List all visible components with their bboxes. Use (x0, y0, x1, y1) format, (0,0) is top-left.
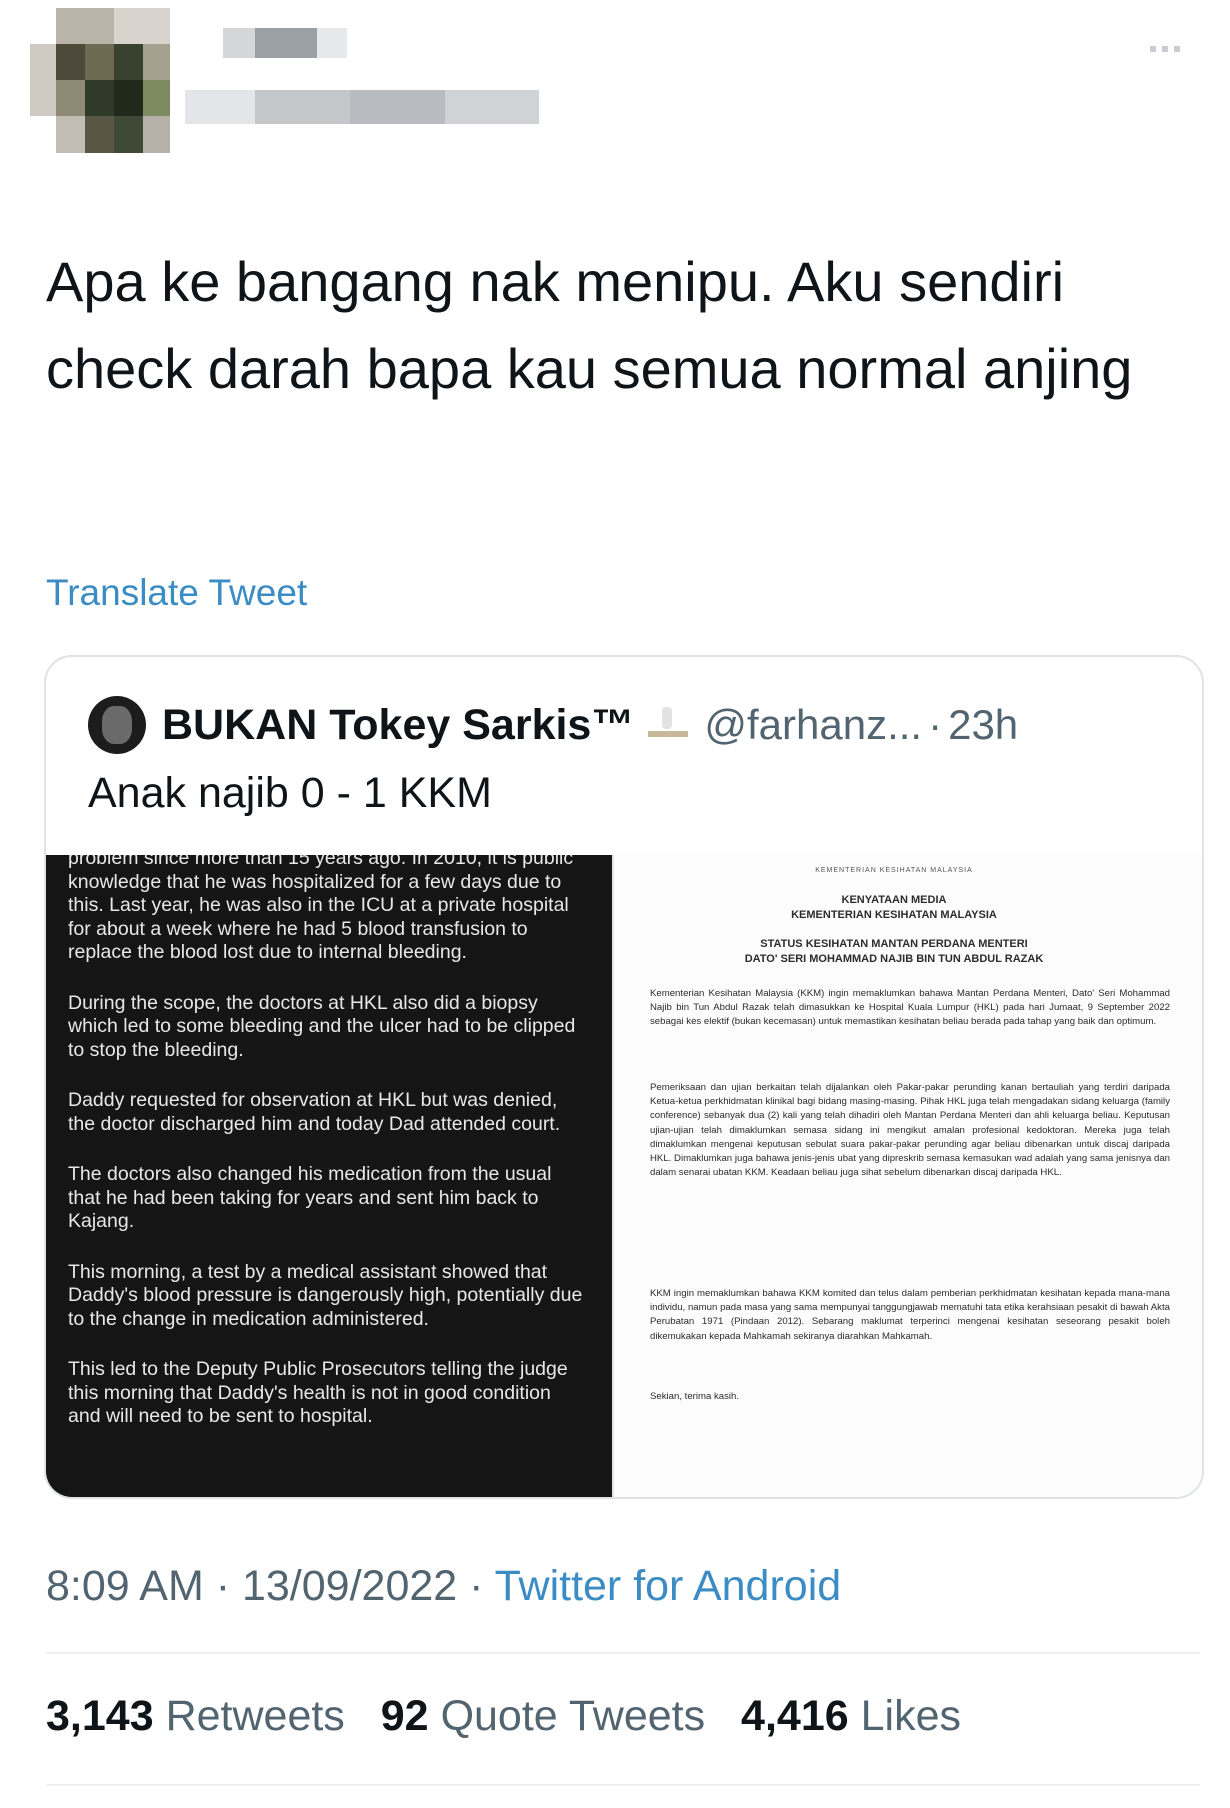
press-release-title-line: KENYATAAN MEDIA (841, 894, 947, 906)
press-release-title-line: KEMENTERIAN KESIHATAN MALAYSIA (791, 909, 997, 921)
press-release-subject: STATUS KESIHATAN MANTAN PERDANA MENTERI … (654, 937, 1134, 967)
quote-tweets-label: Quote Tweets (440, 1692, 706, 1740)
quote-tweets-count: 92 (380, 1692, 429, 1740)
cigarette-emoji-icon (642, 705, 692, 745)
tweet-metadata: 8:09 AM · 13/09/2022 · Twitter for Andro… (46, 1562, 841, 1611)
quoted-author-handle[interactable]: @farhanz... (704, 701, 922, 749)
name-pixel (255, 90, 350, 124)
likes-count: 4,416 (741, 1692, 849, 1740)
name-pixel (445, 90, 539, 124)
author-name-redacted[interactable] (185, 28, 545, 128)
avatar-pixel (56, 80, 85, 116)
press-release-paragraph: KKM ingin memaklumkan bahawa KKM komited… (650, 1288, 1170, 1342)
retweets-label: Retweets (165, 1692, 345, 1740)
more-horizontal-icon[interactable] (1150, 46, 1180, 52)
name-pixel (317, 28, 347, 58)
avatar-pixel (143, 116, 170, 153)
translate-tweet-link[interactable]: Translate Tweet (46, 572, 307, 614)
press-release-closing: Sekian, terima kasih. (650, 1391, 740, 1402)
author-avatar[interactable] (30, 8, 170, 153)
name-pixel (185, 90, 255, 124)
avatar-pixel (85, 44, 114, 80)
avatar-pixel (56, 116, 85, 153)
tweet-text: Apa ke bangang nak menipu. Aku sendiri c… (46, 250, 1133, 400)
avatar-pixel (114, 44, 143, 80)
avatar-pixel (85, 80, 114, 116)
tweet-timestamp[interactable]: 8:09 AM · 13/09/2022 · (46, 1562, 495, 1610)
statement-paragraph: This led to the Deputy Public Prosecutor… (68, 1358, 568, 1427)
quoted-tweet-text: Anak najib 0 - 1 KKM (88, 769, 492, 817)
quoted-tweet-time[interactable]: 23h (948, 701, 1018, 749)
quoted-image-statement[interactable]: problem since more than 15 years ago. In… (46, 855, 612, 1497)
avatar-pixel (56, 8, 114, 44)
retweets-count: 3,143 (46, 1692, 154, 1740)
quoted-tweet-header: BUKAN Tokey Sarkis™ @farhanz... · 23h (88, 695, 1018, 755)
separator-dot: · (928, 701, 943, 748)
divider (46, 1784, 1200, 1786)
tweet-stats: 3,143 Retweets 92 Quote Tweets 4,416 Lik… (46, 1692, 985, 1741)
press-release-title: KENYATAAN MEDIA KEMENTERIAN KESIHATAN MA… (654, 893, 1134, 923)
avatar-pixel (30, 44, 56, 116)
statement-paragraph: During the scope, the doctors at HKL als… (68, 991, 576, 1061)
name-pixel (350, 90, 445, 124)
more-dot (1150, 46, 1156, 52)
statement-paragraph: problem since more than 15 years ago. In… (68, 855, 574, 963)
more-dot (1162, 46, 1168, 52)
name-pixel (255, 28, 317, 58)
likes-label: Likes (860, 1692, 961, 1740)
statement-paragraph: This morning, a test by a medical assist… (68, 1260, 583, 1330)
more-dot (1174, 46, 1180, 52)
avatar-pixel (114, 80, 143, 116)
press-release-subject-line: DATO' SERI MOHAMMAD NAJIB BIN TUN ABDUL … (744, 953, 1044, 965)
divider (46, 1652, 1200, 1654)
quote-tweets-stat[interactable]: 92 Quote Tweets (381, 1692, 705, 1740)
avatar-pixel (56, 44, 85, 80)
name-pixel (223, 28, 255, 58)
avatar-pixel (114, 8, 170, 44)
quoted-tweet-card[interactable]: BUKAN Tokey Sarkis™ @farhanz... · 23h An… (44, 655, 1204, 1499)
avatar-pixel (143, 44, 170, 80)
avatar-pixel (114, 116, 143, 153)
press-release-subject-line: STATUS KESIHATAN MANTAN PERDANA MENTERI (760, 938, 1028, 950)
tweet-source-link[interactable]: Twitter for Android (495, 1562, 842, 1610)
statement-text: problem since more than 15 years ago. In… (68, 855, 588, 1456)
likes-stat[interactable]: 4,416 Likes (741, 1692, 961, 1740)
press-release-paragraph: Pemeriksaan dan ujian berkaitan telah di… (650, 1082, 1170, 1179)
quoted-image-press-release[interactable]: KEMENTERIAN KESIHATAN MALAYSIA KENYATAAN… (612, 855, 1202, 1497)
press-release-ministry-header: KEMENTERIAN KESIHATAN MALAYSIA (815, 867, 973, 874)
quoted-author-avatar[interactable] (88, 696, 146, 754)
quoted-author-name[interactable]: BUKAN Tokey Sarkis™ (162, 701, 634, 750)
statement-paragraph: The doctors also changed his medication … (68, 1163, 552, 1232)
press-release-paragraph: Kementerian Kesihatan Malaysia (KKM) ing… (650, 988, 1170, 1028)
avatar-pixel (143, 80, 170, 116)
statement-paragraph: Daddy requested for observation at HKL b… (68, 1089, 561, 1135)
retweets-stat[interactable]: 3,143 Retweets (46, 1692, 345, 1740)
avatar-pixel (85, 116, 114, 153)
